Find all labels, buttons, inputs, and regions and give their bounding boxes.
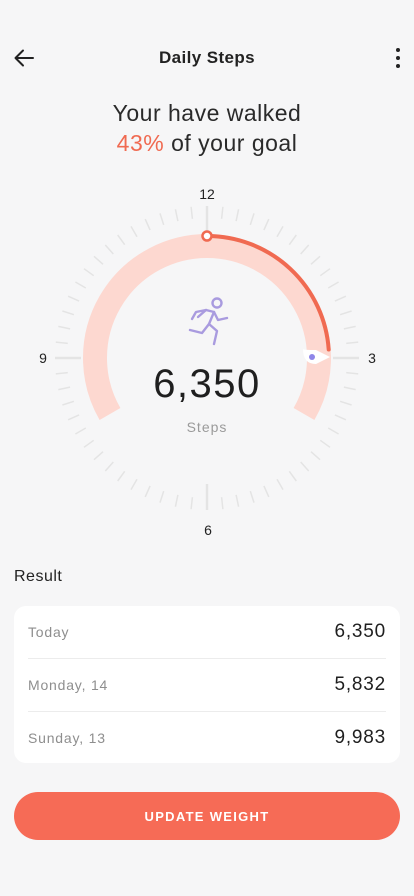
result-heading: Result <box>14 568 63 585</box>
result-row-value: 9,983 <box>334 726 386 748</box>
steps-unit-label: Steps <box>186 419 228 435</box>
gauge-tick <box>300 244 310 255</box>
gauge-tick <box>310 451 321 461</box>
gauge-tick <box>263 218 270 231</box>
result-row-value: 6,350 <box>334 621 386 642</box>
more-vertical-icon <box>396 48 400 52</box>
gauge-tick <box>144 218 151 231</box>
gauge-tick <box>144 485 151 498</box>
gauge-tick <box>159 213 165 226</box>
gauge-tick <box>220 206 224 219</box>
gauge-tick <box>130 478 138 490</box>
gauge-tick <box>67 295 80 302</box>
gauge-tick <box>104 461 114 472</box>
headline-line-1: Your have walked <box>112 100 302 126</box>
gauge-tick <box>117 234 126 246</box>
result-row-label: Sunday, 13 <box>28 729 106 746</box>
gauge-tick <box>334 295 347 302</box>
update-weight-button[interactable]: UPDATE WEIGHT <box>14 792 400 840</box>
gauge-tick <box>276 226 284 238</box>
gauge-tick <box>249 490 255 503</box>
gauge-dial <box>55 206 359 510</box>
more-menu-button[interactable] <box>386 42 410 74</box>
gauge-tick <box>83 439 95 448</box>
gauge-tick <box>159 490 165 503</box>
goal-percent: 43% <box>116 130 165 156</box>
gauge-tick <box>83 268 95 277</box>
result-row-today: Today 6,350 <box>28 606 386 658</box>
steps-gauge: 6,350 Steps 12 3 6 9 <box>0 176 414 546</box>
gauge-start-marker <box>201 230 213 242</box>
gauge-tick <box>288 470 297 482</box>
steps-count: 6,350 <box>153 362 261 406</box>
gauge-tick <box>55 341 68 345</box>
gauge-tick <box>288 234 297 246</box>
runner-icon <box>184 296 234 350</box>
result-row-value: 5,832 <box>334 673 386 695</box>
gauge-tick <box>174 494 179 507</box>
headline-rest: of your goal <box>164 130 298 156</box>
gauge-tick <box>300 461 310 472</box>
result-row-monday: Monday, 14 5,832 <box>28 658 386 710</box>
gauge-tick <box>58 325 71 330</box>
gauge-tick <box>104 244 114 255</box>
goal-headline: Your have walked 43% of your goal <box>0 98 414 158</box>
gauge-tick <box>220 497 224 510</box>
gauge-tick <box>319 268 331 277</box>
result-card: Today 6,350 Monday, 14 5,832 Sunday, 13 … <box>14 606 400 763</box>
gauge-tick <box>346 341 359 345</box>
gauge-tick <box>310 255 321 265</box>
gauge-tick <box>339 310 352 316</box>
gauge-tick <box>327 281 339 289</box>
headline-line-2: 43% of your goal <box>0 128 414 158</box>
gauge-tick <box>130 226 138 238</box>
gauge-tick <box>93 255 104 265</box>
gauge-tick <box>319 439 331 448</box>
gauge-tick <box>249 213 255 226</box>
gauge-tick <box>343 325 356 330</box>
gauge-tick <box>174 209 179 222</box>
gauge-tick <box>276 478 284 490</box>
result-row-sunday: Sunday, 13 9,983 <box>28 711 386 763</box>
gauge-tick <box>117 470 126 482</box>
gauge-tick <box>235 494 240 507</box>
gauge-tick <box>235 209 240 222</box>
gauge-tick <box>190 206 194 219</box>
result-row-label: Monday, 14 <box>28 676 109 693</box>
gauge-tick <box>62 310 75 316</box>
gauge-tick <box>263 485 270 498</box>
gauge-tick <box>190 497 194 510</box>
result-row-label: Today <box>28 624 70 640</box>
clock-label-6: 6 <box>204 522 212 538</box>
gauge-tick <box>75 281 87 289</box>
clock-label-12: 12 <box>199 186 215 202</box>
page-title: Daily Steps <box>158 48 256 67</box>
gauge-tick <box>93 451 104 461</box>
clock-label-9: 9 <box>39 350 47 366</box>
clock-label-3: 3 <box>368 350 376 366</box>
